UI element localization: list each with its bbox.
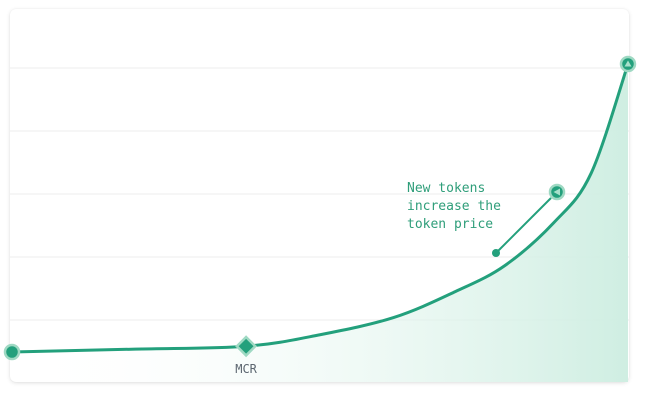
annotation-anchor-dot: [492, 249, 500, 257]
chart-card: New tokens increase the token price MCR: [3, 9, 637, 382]
annotation-line-2: increase the: [407, 199, 501, 214]
annotation-text: New tokens increase the token price: [407, 181, 509, 232]
annotation-line-1: New tokens: [407, 181, 485, 196]
annotation-arrow-marker: [548, 183, 566, 201]
annotation-line-3: token price: [407, 217, 493, 232]
start-marker: [3, 343, 21, 361]
mcr-tick-label: MCR: [235, 362, 257, 376]
bonding-curve-chart: New tokens increase the token price MCR: [3, 55, 637, 382]
